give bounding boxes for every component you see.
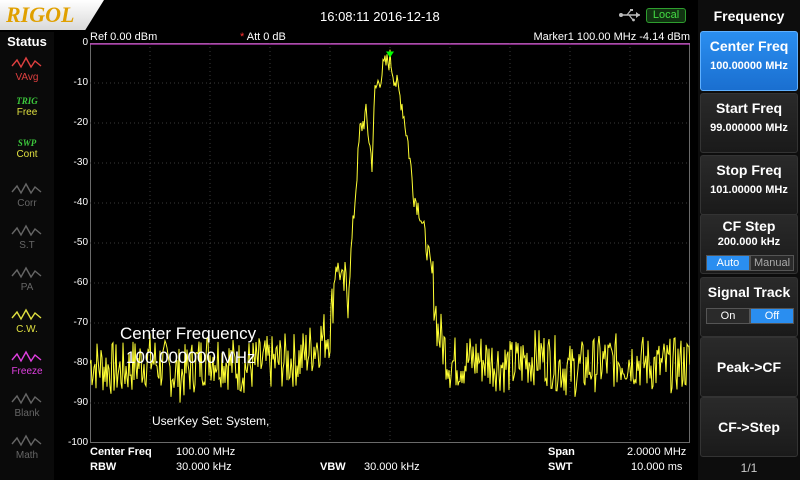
y-tick-label: -100 bbox=[67, 437, 88, 448]
signal-track-off-option[interactable]: Off bbox=[750, 308, 794, 324]
status-item-tag: SWP bbox=[17, 138, 37, 148]
vbw-label: VBW bbox=[320, 461, 346, 473]
stop-freq-btn-value: 101.00000 MHz bbox=[710, 184, 788, 196]
status-item-cw: C.W. bbox=[4, 306, 50, 346]
y-tick-label: -90 bbox=[73, 397, 88, 408]
cf-step-mode-toggle[interactable]: Auto Manual bbox=[706, 255, 794, 271]
status-item-math: Math bbox=[4, 432, 50, 472]
status-wave-icon bbox=[11, 392, 42, 405]
status-item-text: VAvg bbox=[15, 72, 39, 83]
swt-label: SWT bbox=[548, 461, 573, 473]
stop-freq-btn-label: Stop Freq bbox=[716, 162, 782, 178]
center-freq-value: 100.00 MHz bbox=[176, 446, 236, 458]
status-wave-icon bbox=[11, 182, 42, 195]
signal-track-toggle[interactable]: On Off bbox=[706, 308, 794, 324]
center-freq-btn-label: Center Freq bbox=[709, 38, 789, 54]
center-freq-button[interactable]: Center Freq 100.00000 MHz bbox=[700, 31, 798, 91]
status-item-text: Free bbox=[16, 107, 38, 118]
swt-value: 10.000 ms bbox=[631, 461, 683, 473]
status-item-text: Blank bbox=[14, 408, 40, 419]
cf-to-step-button[interactable]: CF->Step bbox=[700, 397, 798, 457]
brand-text: RIGOL bbox=[6, 2, 75, 27]
cf-to-step-label: CF->Step bbox=[718, 419, 780, 435]
softkey-menu: Frequency Center Freq 100.00000 MHz Star… bbox=[698, 0, 800, 480]
status-item-text: Freeze bbox=[11, 366, 43, 377]
attenuation-label: * Att 0 dB bbox=[240, 31, 286, 43]
y-tick-label: -60 bbox=[73, 277, 88, 288]
status-item-blank: Blank bbox=[4, 390, 50, 430]
signal-track-button[interactable]: Signal Track On Off bbox=[700, 277, 798, 337]
userkey-info: UserKey Set: System, bbox=[152, 414, 270, 428]
att-text: Att 0 dB bbox=[244, 31, 286, 43]
peak-to-cf-label: Peak->CF bbox=[716, 359, 782, 375]
cf-step-button[interactable]: CF Step 200.000 kHz Auto Manual bbox=[700, 214, 798, 274]
peak-to-cf-button[interactable]: Peak->CF bbox=[700, 337, 798, 397]
status-item-freeze: Freeze bbox=[4, 348, 50, 388]
y-tick-label: -10 bbox=[73, 77, 88, 88]
status-item-pa: PA bbox=[4, 264, 50, 304]
status-item-text: Math bbox=[15, 450, 39, 461]
top-bar: RIGOL 16:08:11 2016-12-18 Local bbox=[0, 0, 698, 32]
usb-icon bbox=[619, 9, 640, 22]
datetime: 16:08:11 2016-12-18 bbox=[320, 9, 440, 24]
status-panel: Status VAvg TRIG Free SWP Cont Corr S.T PA C.W. F… bbox=[0, 32, 54, 480]
span-label: Span bbox=[548, 446, 575, 458]
y-tick-label: -20 bbox=[73, 117, 88, 128]
status-item-text: Cont bbox=[16, 149, 38, 160]
start-freq-button[interactable]: Start Freq 99.000000 MHz bbox=[700, 93, 798, 153]
status-item-text: S.T bbox=[19, 240, 35, 251]
marker-readout: Marker1 100.00 MHz -4.14 dBm bbox=[533, 31, 690, 43]
status-wave-icon bbox=[11, 266, 42, 279]
status-wave-icon bbox=[11, 56, 42, 69]
status-item-text: Corr bbox=[17, 198, 37, 209]
y-tick-label: -40 bbox=[73, 197, 88, 208]
status-item-st: S.T bbox=[4, 222, 50, 262]
ref-level-label: Ref 0.00 dBm bbox=[90, 31, 158, 43]
y-tick-label: -70 bbox=[73, 317, 88, 328]
status-wave-icon bbox=[11, 350, 42, 363]
status-item-corr: Corr bbox=[4, 180, 50, 220]
brand-logo: RIGOL bbox=[0, 0, 104, 30]
status-item-vavg: VAvg bbox=[4, 54, 50, 94]
spectrum-plot[interactable] bbox=[90, 43, 690, 443]
status-wave-icon bbox=[11, 308, 42, 321]
menu-title: Frequency bbox=[713, 8, 785, 24]
y-tick-label: -50 bbox=[73, 237, 88, 248]
start-freq-btn-label: Start Freq bbox=[715, 100, 783, 116]
start-freq-btn-value: 99.000000 MHz bbox=[710, 122, 788, 134]
vbw-value: 30.000 kHz bbox=[364, 461, 420, 473]
status-title: Status bbox=[7, 34, 47, 49]
status-item-text: C.W. bbox=[16, 324, 38, 335]
status-wave-icon bbox=[11, 434, 42, 447]
status-item-cont: SWP Cont bbox=[4, 138, 50, 178]
center-freq-btn-value: 100.00000 MHz bbox=[710, 60, 788, 72]
overlay-value: 100.000000 MHz bbox=[126, 348, 256, 367]
y-tick-label: -80 bbox=[73, 357, 88, 368]
menu-page-indicator: 1/1 bbox=[740, 461, 758, 475]
rbw-value: 30.000 kHz bbox=[176, 461, 232, 473]
status-wave-icon bbox=[11, 224, 42, 237]
cf-step-btn-label: CF Step bbox=[722, 218, 776, 234]
stop-freq-button[interactable]: Stop Freq 101.00000 MHz bbox=[700, 155, 798, 215]
cf-step-btn-value: 200.000 kHz bbox=[717, 236, 781, 248]
signal-track-btn-label: Signal Track bbox=[707, 284, 791, 300]
overlay-title: Center Frequency bbox=[120, 324, 257, 343]
cf-step-auto-option[interactable]: Auto bbox=[706, 255, 750, 271]
status-item-text: PA bbox=[20, 282, 34, 293]
y-tick-label: -30 bbox=[73, 157, 88, 168]
trace-header: Ref 0.00 dBm * Att 0 dB Marker1 100.00 M… bbox=[90, 31, 690, 43]
rbw-label: RBW bbox=[90, 461, 117, 473]
signal-track-on-option[interactable]: On bbox=[706, 308, 750, 324]
status-item-tag: TRIG bbox=[16, 96, 38, 106]
center-freq-label: Center Freq bbox=[90, 446, 152, 458]
span-value: 2.0000 MHz bbox=[627, 446, 687, 458]
cf-step-manual-option[interactable]: Manual bbox=[750, 255, 794, 271]
status-item-free: TRIG Free bbox=[4, 96, 50, 136]
local-badge: Local bbox=[646, 8, 686, 23]
y-tick-label: 0 bbox=[82, 37, 88, 48]
